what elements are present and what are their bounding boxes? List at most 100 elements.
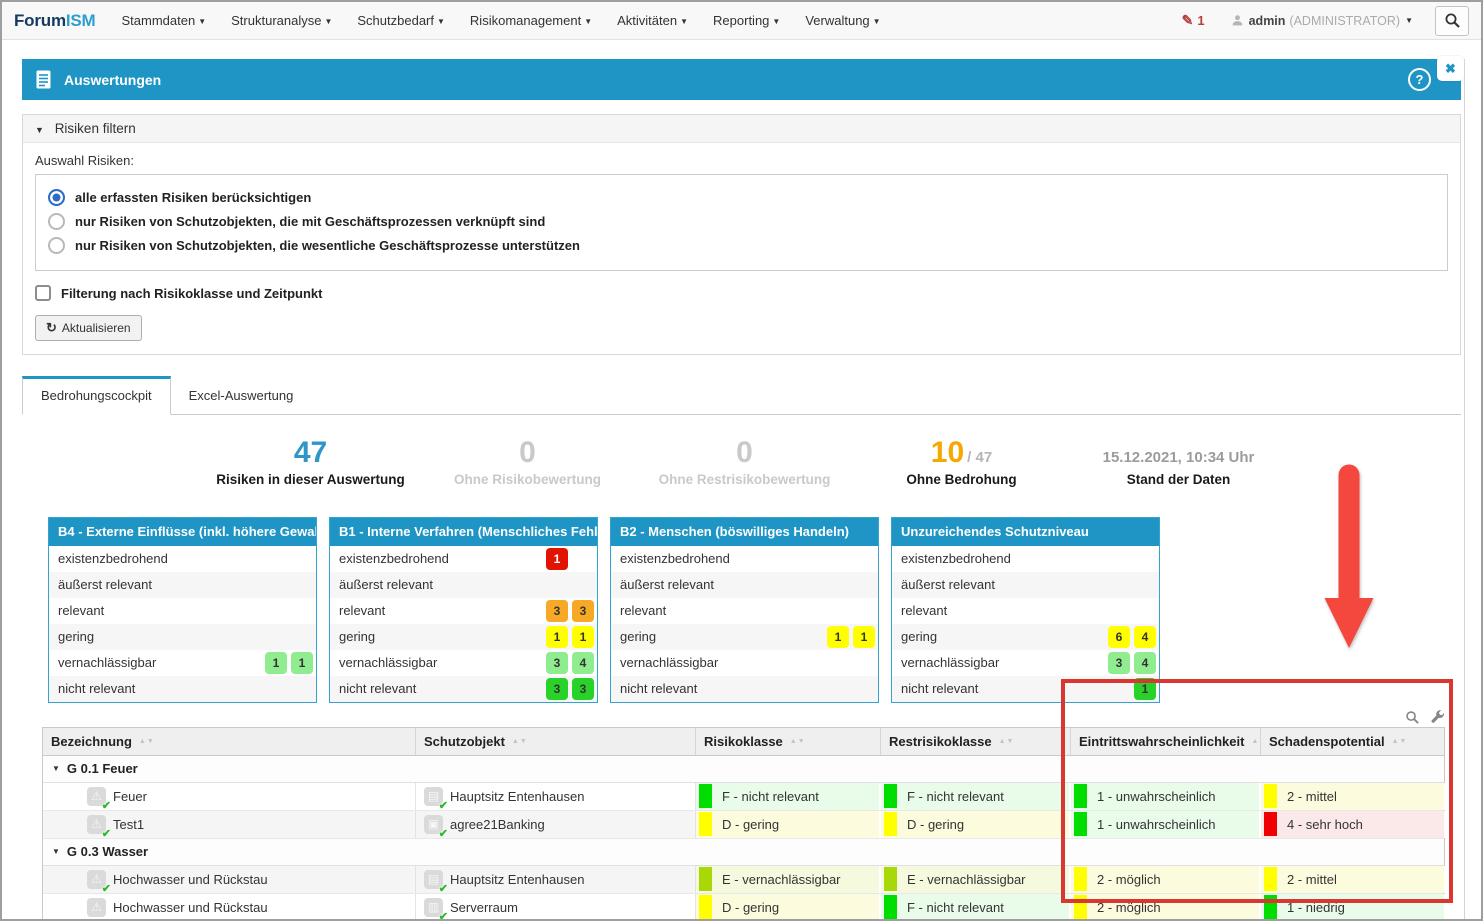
risk-count-badge[interactable]: 3 bbox=[546, 652, 568, 674]
risk-count-badge[interactable]: 4 bbox=[572, 652, 594, 674]
threat-panel-row: existenzbedrohend bbox=[49, 546, 316, 572]
menu-verwaltung[interactable]: Verwaltung▼ bbox=[805, 13, 880, 28]
threat-panel-row: vernachlässigbar 1 1 bbox=[49, 650, 316, 676]
risk-count-badge[interactable]: 3 bbox=[1108, 652, 1130, 674]
document-icon bbox=[36, 70, 51, 89]
severity-label: vernachlässigbar bbox=[620, 655, 718, 670]
app-logo[interactable]: ForumISM bbox=[14, 11, 96, 31]
table-group-row[interactable]: ▼ G 0.3 Wasser bbox=[43, 839, 1444, 866]
severity-label: nicht relevant bbox=[58, 681, 135, 696]
search-button[interactable] bbox=[1435, 6, 1469, 36]
risk-filter-header[interactable]: ▼ Risiken filtern bbox=[23, 115, 1460, 143]
edit-count: 1 bbox=[1197, 13, 1204, 28]
table-settings-button[interactable] bbox=[1430, 710, 1445, 725]
search-icon bbox=[1444, 12, 1461, 29]
risk-count-badge[interactable]: 1 bbox=[546, 626, 568, 648]
severity-label: nicht relevant bbox=[620, 681, 697, 696]
risk-count-badge[interactable]: 3 bbox=[572, 678, 594, 700]
badge-slot bbox=[826, 651, 850, 675]
risk-count-badge[interactable]: 3 bbox=[546, 600, 568, 622]
risk-count-badge[interactable]: 3 bbox=[572, 600, 594, 622]
class-color-block bbox=[1074, 812, 1087, 836]
help-button[interactable]: ? bbox=[1408, 68, 1431, 91]
user-role: (ADMINISTRATOR) bbox=[1289, 14, 1400, 28]
risk-filter-panel: ▼ Risiken filtern Auswahl Risiken: alle … bbox=[22, 114, 1461, 355]
risk-count-badge[interactable]: 6 bbox=[1108, 626, 1130, 648]
risk-table-body: ▼ G 0.1 Feuer ⚠✔ Feuer ▤✔ Hauptsitz Ente… bbox=[43, 756, 1444, 921]
column-header-eintrittswahrscheinlichkeit[interactable]: Eintrittswahrscheinlichkeit▲▼ bbox=[1071, 728, 1261, 755]
menu-risikomanagement[interactable]: Risikomanagement▼ bbox=[470, 13, 592, 28]
badge-slot bbox=[290, 625, 314, 649]
badge-slot bbox=[826, 547, 850, 571]
cell-risikoklasse: D - gering bbox=[696, 894, 881, 921]
threat-panel-row: äußerst relevant bbox=[49, 572, 316, 598]
column-header-risikoklasse[interactable]: Risikoklasse▲▼ bbox=[696, 728, 881, 755]
risk-count-badge[interactable]: 1 bbox=[265, 652, 287, 674]
radio-all-risks[interactable]: alle erfassten Risiken berücksichtigen bbox=[48, 189, 1435, 206]
badge-columns: 1 bbox=[1107, 677, 1159, 701]
stat-suffix: / 47 bbox=[967, 449, 992, 466]
edit-count-indicator[interactable]: ✎ 1 bbox=[1182, 12, 1205, 29]
severity-label: existenzbedrohend bbox=[901, 551, 1011, 566]
severity-label: relevant bbox=[620, 603, 666, 618]
tab-bedrohungscockpit[interactable]: Bedrohungscockpit bbox=[22, 376, 171, 415]
refresh-button[interactable]: ↻ Aktualisieren bbox=[35, 315, 142, 341]
badge-slot bbox=[545, 573, 569, 597]
risk-count-badge[interactable]: 4 bbox=[1134, 652, 1156, 674]
column-header-bezeichnung[interactable]: Bezeichnung▲▼ bbox=[43, 728, 416, 755]
checkbox-icon[interactable] bbox=[35, 285, 51, 301]
table-row[interactable]: ⚠✔ Hochwasser und Rückstau ▤✔ Hauptsitz … bbox=[43, 866, 1444, 894]
risk-count-badge[interactable]: 4 bbox=[1134, 626, 1156, 648]
column-header-schadenspotential[interactable]: Schadenspotential▲▼ bbox=[1261, 728, 1446, 755]
table-row[interactable]: ⚠✔ Test1 ▣✔ agree21Banking D - gering D … bbox=[43, 811, 1444, 839]
badge-slot: 1 bbox=[545, 547, 569, 571]
severity-label: äußerst relevant bbox=[58, 577, 152, 592]
threat-panel: B4 - Externe Einflüsse (inkl. höhere Gew… bbox=[48, 517, 317, 703]
menu-schutzbedarf[interactable]: Schutzbedarf▼ bbox=[357, 13, 445, 28]
menu-stammdaten[interactable]: Stammdaten▼ bbox=[122, 13, 207, 28]
table-search-button[interactable] bbox=[1405, 710, 1420, 725]
menu-aktivitaeten[interactable]: Aktivitäten▼ bbox=[617, 13, 688, 28]
risk-count-badge[interactable]: 1 bbox=[546, 548, 568, 570]
chevron-down-icon: ▼ bbox=[324, 17, 332, 26]
radio-linked-risks[interactable]: nur Risiken von Schutzobjekten, die mit … bbox=[48, 213, 1435, 230]
app-window: ForumISM Stammdaten▼ Strukturanalyse▼ Sc… bbox=[0, 0, 1483, 921]
table-group-row[interactable]: ▼ G 0.1 Feuer bbox=[43, 756, 1444, 783]
column-header-restrisikoklasse[interactable]: Restrisikoklasse▲▼ bbox=[881, 728, 1071, 755]
menu-reporting[interactable]: Reporting▼ bbox=[713, 13, 780, 28]
risk-count-badge[interactable]: 1 bbox=[291, 652, 313, 674]
risk-count-badge[interactable]: 1 bbox=[853, 626, 875, 648]
severity-label: äußerst relevant bbox=[620, 577, 714, 592]
filter-checkbox-row[interactable]: Filterung nach Risikoklasse und Zeitpunk… bbox=[35, 285, 1448, 301]
menu-strukturanalyse[interactable]: Strukturanalyse▼ bbox=[231, 13, 332, 28]
badge-slot bbox=[1107, 547, 1131, 571]
severity-label: gering bbox=[339, 629, 375, 644]
close-button[interactable]: ✖ bbox=[1437, 56, 1464, 81]
threat-panel-body: existenzbedrohend 1 äußerst relevant rel… bbox=[330, 546, 597, 702]
badge-slot: 1 bbox=[290, 651, 314, 675]
severity-label: relevant bbox=[339, 603, 385, 618]
class-color-block bbox=[699, 895, 712, 919]
risk-count-badge[interactable]: 1 bbox=[1134, 678, 1156, 700]
risk-count-badge[interactable]: 1 bbox=[827, 626, 849, 648]
table-row[interactable]: ⚠ Hochwasser und Rückstau ▥✔ Serverraum … bbox=[43, 894, 1444, 921]
schutzobjekt-name: Hauptsitz Entenhausen bbox=[450, 872, 584, 887]
risk-count-badge[interactable]: 3 bbox=[546, 678, 568, 700]
badge-slot bbox=[1133, 573, 1157, 597]
column-header-schutzobjekt[interactable]: Schutzobjekt▲▼ bbox=[416, 728, 696, 755]
tab-excel-auswertung[interactable]: Excel-Auswertung bbox=[171, 377, 312, 414]
table-row[interactable]: ⚠✔ Feuer ▤✔ Hauptsitz Entenhausen F - ni… bbox=[43, 783, 1444, 811]
collapse-caret-icon: ▼ bbox=[52, 764, 60, 773]
badge-slot bbox=[290, 573, 314, 597]
radio-icon[interactable] bbox=[48, 189, 65, 206]
user-menu[interactable]: admin (ADMINISTRATOR) ▼ bbox=[1231, 14, 1413, 28]
stat-without-threat: 10/ 47 Ohne Bedrohung bbox=[853, 437, 1070, 487]
chevron-down-icon: ▼ bbox=[680, 17, 688, 26]
radio-essential-risks[interactable]: nur Risiken von Schutzobjekten, die wese… bbox=[48, 237, 1435, 254]
refresh-icon: ↻ bbox=[46, 320, 57, 336]
badge-slot bbox=[1133, 599, 1157, 623]
radio-icon[interactable] bbox=[48, 213, 65, 230]
radio-icon[interactable] bbox=[48, 237, 65, 254]
severity-label: existenzbedrohend bbox=[339, 551, 449, 566]
risk-count-badge[interactable]: 1 bbox=[572, 626, 594, 648]
